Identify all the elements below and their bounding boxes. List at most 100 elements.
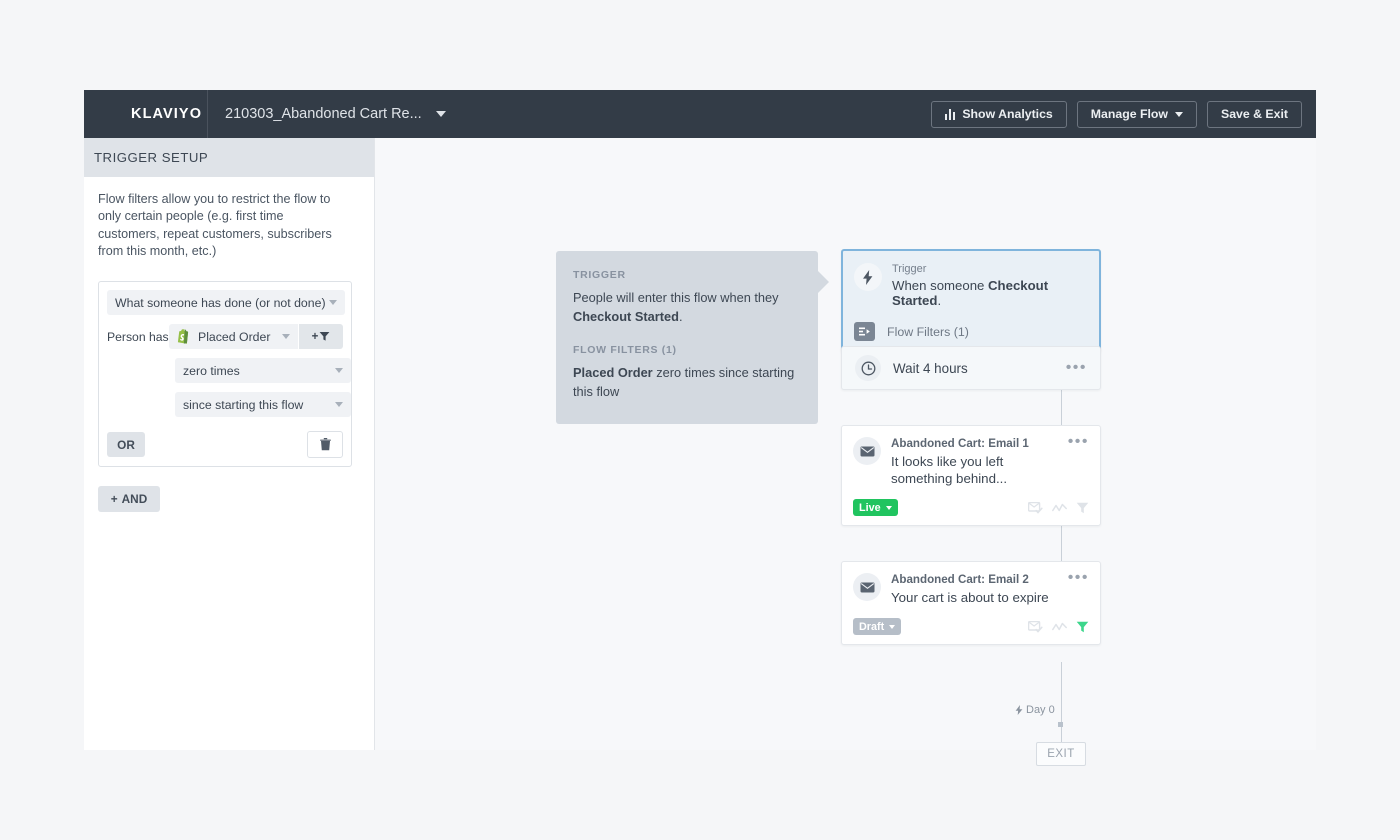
connector-knob[interactable]: [1058, 722, 1063, 727]
connector-line: [1061, 390, 1062, 425]
flow-filter-event: Placed Order: [573, 365, 653, 380]
flow-filters-eyebrow-label: FLOW FILTERS (1): [573, 344, 801, 356]
timeframe-select[interactable]: since starting this flow: [175, 392, 351, 417]
add-filter-button[interactable]: +: [299, 324, 343, 349]
email-node-header: Abandoned Cart: Email 2 Your cart is abo…: [853, 573, 1089, 606]
funnel-icon[interactable]: [1076, 621, 1089, 633]
save-and-exit-label: Save & Exit: [1221, 107, 1288, 121]
flow-builder-app: KLAVIYO 210303_Abandoned Cart Re... Show…: [84, 90, 1316, 750]
trash-icon: [320, 438, 331, 451]
and-label: AND: [122, 492, 148, 506]
trigger-node[interactable]: Trigger When someone Checkout Started. F…: [841, 249, 1101, 353]
klaviyo-brand[interactable]: KLAVIYO: [84, 90, 208, 138]
trigger-sentence-suffix: .: [937, 293, 941, 308]
flow-canvas: TRIGGER People will enter this flow when…: [375, 138, 1316, 750]
flow-filters-summary-text: Placed Order zero times since starting t…: [573, 363, 801, 402]
klaviyo-logo-icon: [96, 103, 124, 125]
trigger-node-header: Trigger When someone Checkout Started.: [854, 263, 1088, 308]
email-action-icons: [1028, 502, 1089, 514]
event-name-value: Placed Order: [198, 330, 270, 344]
envelope-icon: [853, 437, 881, 465]
ellipsis-icon[interactable]: •••: [1068, 573, 1089, 606]
trigger-summary-prefix: People will enter this flow when they: [573, 290, 779, 305]
email-node-title: Abandoned Cart: Email 2: [891, 573, 1049, 586]
filter-card-footer: OR: [107, 431, 343, 458]
trigger-eyebrow-label: TRIGGER: [573, 269, 801, 281]
top-navigation-bar: KLAVIYO 210303_Abandoned Cart Re... Show…: [84, 90, 1316, 138]
email-node-footer: Draft: [853, 618, 1089, 635]
email-day-label: Day 0: [1015, 704, 1055, 716]
connector-line: [1061, 526, 1062, 561]
condition-type-select[interactable]: What someone has done (or not done): [107, 290, 345, 315]
trigger-node-sentence: When someone Checkout Started.: [892, 278, 1088, 308]
lightning-bolt-icon: [854, 263, 882, 291]
email-node-subject: Your cart is about to expire: [891, 589, 1049, 606]
chevron-down-icon: [1175, 112, 1183, 117]
frequency-value: zero times: [183, 364, 240, 378]
flow-name-selector[interactable]: 210303_Abandoned Cart Re...: [225, 90, 446, 138]
trigger-flow-filters-row[interactable]: Flow Filters (1): [854, 322, 1088, 341]
day-label-text: Day 0: [1026, 704, 1055, 716]
envelope-check-icon[interactable]: [1028, 502, 1043, 514]
bar-chart-icon: [945, 109, 956, 120]
flow-filters-label: Flow Filters (1): [887, 325, 969, 339]
show-analytics-label: Show Analytics: [962, 107, 1052, 121]
ellipsis-icon[interactable]: •••: [1066, 363, 1087, 373]
add-and-condition-button[interactable]: + AND: [98, 486, 160, 512]
chevron-down-icon: [436, 111, 446, 117]
email-node[interactable]: Abandoned Cart: Email 2 Your cart is abo…: [841, 561, 1101, 645]
email-node[interactable]: Abandoned Cart: Email 1 It looks like yo…: [841, 425, 1101, 526]
trigger-summary-suffix: .: [679, 309, 683, 324]
status-badge-label: Live: [859, 502, 881, 514]
status-badge[interactable]: Live: [853, 499, 898, 516]
person-has-label: Person has: [107, 330, 169, 344]
chevron-down-icon: [282, 334, 290, 339]
flow-name-label: 210303_Abandoned Cart Re...: [225, 106, 422, 122]
envelope-check-icon[interactable]: [1028, 621, 1043, 633]
trigger-node-label: Trigger: [892, 263, 1088, 275]
frequency-select[interactable]: zero times: [175, 358, 351, 383]
wait-node[interactable]: Wait 4 hours •••: [841, 346, 1101, 390]
manage-flow-label: Manage Flow: [1091, 107, 1168, 121]
smart-sending-icon[interactable]: [1052, 503, 1067, 513]
save-and-exit-button[interactable]: Save & Exit: [1207, 101, 1302, 128]
trigger-sentence-prefix: When someone: [892, 278, 988, 293]
chevron-down-icon: [329, 300, 337, 305]
email-node-subject: It looks like you left something behind.…: [891, 453, 1058, 487]
email-node-footer: Live: [853, 499, 1089, 516]
shopify-bag-icon: [177, 329, 191, 344]
email-action-icons: [1028, 621, 1089, 633]
funnel-icon: [319, 331, 330, 342]
sidebar-header: TRIGGER SETUP: [84, 138, 374, 177]
status-badge[interactable]: Draft: [853, 618, 901, 635]
show-analytics-button[interactable]: Show Analytics: [931, 101, 1067, 128]
delete-filter-button[interactable]: [307, 431, 343, 458]
funnel-icon[interactable]: [1076, 502, 1089, 514]
smart-sending-icon[interactable]: [1052, 622, 1067, 632]
wait-node-label: Wait 4 hours: [893, 361, 1066, 376]
exit-label: EXIT: [1047, 748, 1075, 760]
timeframe-value: since starting this flow: [183, 398, 303, 412]
email-node-title: Abandoned Cart: Email 1: [891, 437, 1058, 450]
trigger-summary-text: People will enter this flow when they Ch…: [573, 288, 801, 327]
manage-flow-button[interactable]: Manage Flow: [1077, 101, 1197, 128]
header-actions: Show Analytics Manage Flow Save & Exit: [931, 90, 1302, 138]
plus-icon: +: [111, 492, 118, 506]
lightning-bolt-icon: [1015, 705, 1023, 715]
or-label: OR: [117, 438, 135, 452]
flow-filter-icon: [854, 322, 875, 341]
condition-type-value: What someone has done (or not done): [115, 296, 326, 310]
or-button[interactable]: OR: [107, 432, 145, 457]
event-select[interactable]: Placed Order: [169, 324, 298, 349]
klaviyo-wordmark: KLAVIYO: [131, 106, 202, 122]
add-filter-label: +: [312, 331, 319, 343]
sidebar-body: Flow filters allow you to restrict the f…: [84, 177, 374, 512]
trigger-summary-card: TRIGGER People will enter this flow when…: [556, 251, 818, 424]
chevron-down-icon: [335, 402, 343, 407]
connector-line: [1061, 662, 1062, 742]
chevron-down-icon: [886, 506, 892, 510]
exit-node[interactable]: EXIT: [1036, 742, 1086, 766]
ellipsis-icon[interactable]: •••: [1068, 437, 1089, 487]
trigger-summary-event: Checkout Started: [573, 309, 679, 324]
chevron-down-icon: [889, 625, 895, 629]
